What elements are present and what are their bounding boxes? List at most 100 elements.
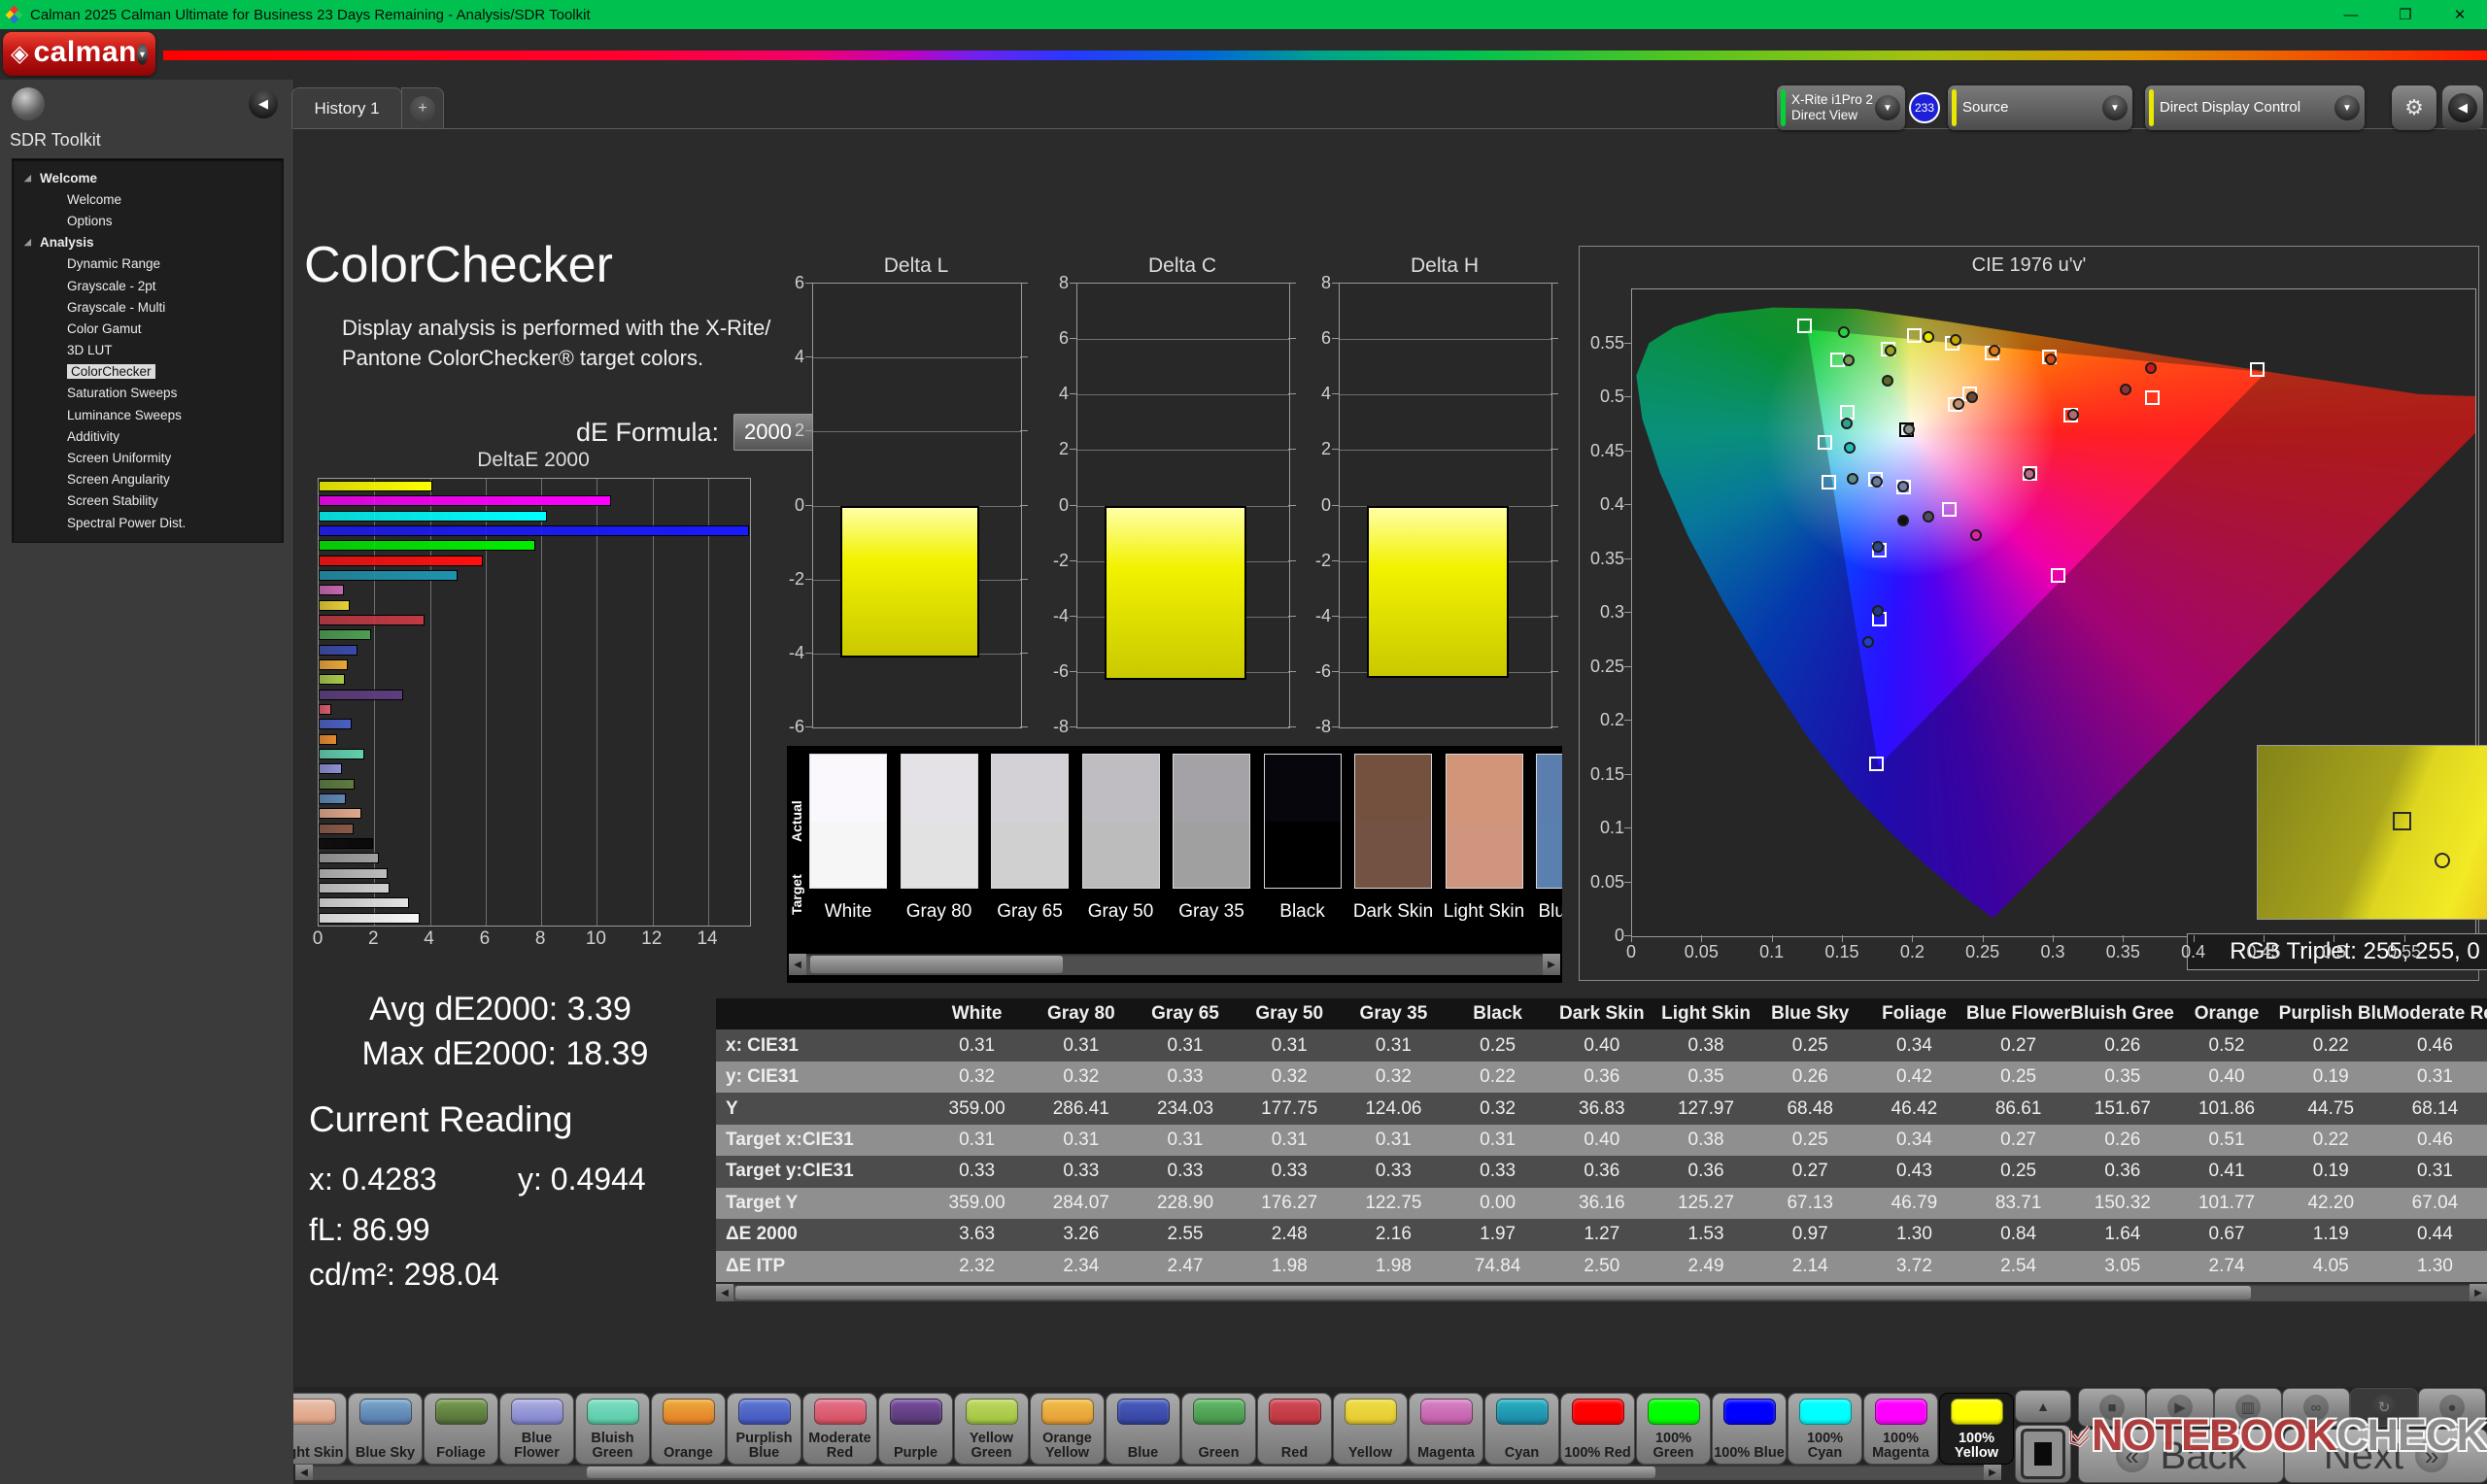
table-cell: 125.27 <box>1653 1193 1757 1214</box>
table-scrollbar-thumb[interactable] <box>735 1286 2251 1299</box>
sidebar-item-welcome[interactable]: Welcome <box>13 188 283 210</box>
patterns-expand-button[interactable]: ▲ <box>2016 1391 2070 1422</box>
tick-mark <box>1288 560 1296 561</box>
panel-collapse-button[interactable]: ◀ <box>2442 85 2483 130</box>
link-button[interactable]: ∞ <box>2283 1389 2349 1426</box>
pattern-button-blue-sky[interactable]: Blue Sky <box>349 1394 422 1464</box>
sidebar-item-color-gamut[interactable]: Color Gamut <box>13 318 283 339</box>
display-label: Direct Display Control <box>2160 99 2300 117</box>
pattern-window-button[interactable] <box>2016 1426 2070 1482</box>
pattern-button-green[interactable]: Green <box>1182 1394 1255 1464</box>
table-scrollbar[interactable]: ◀ ▶ <box>716 1284 2487 1301</box>
report-button[interactable]: ▥ <box>2215 1389 2281 1426</box>
gridline <box>1077 394 1289 395</box>
pattern-scrollbar-thumb[interactable] <box>587 1467 1655 1478</box>
tick-mark <box>1070 726 1077 727</box>
sidebar-item-screen-uniformity[interactable]: Screen Uniformity <box>13 447 283 468</box>
meter-count-badge[interactable]: 233 <box>1909 92 1940 123</box>
swatch-gray-80 <box>901 754 978 889</box>
delta-chart-title: Delta H <box>1339 254 1550 278</box>
pattern-button-orange[interactable]: Orange <box>652 1394 725 1464</box>
scroll-left-icon[interactable]: ◀ <box>789 954 806 975</box>
swatch-scrollbar[interactable]: ◀ ▶ <box>789 954 1560 975</box>
scroll-right-icon[interactable]: ▶ <box>2470 1284 2487 1301</box>
scroll-left-icon[interactable]: ◀ <box>295 1465 313 1480</box>
pattern-button-blue-flower[interactable]: Blue Flower <box>500 1394 573 1464</box>
table-cell: 0.31 <box>925 1130 1029 1151</box>
deltae-bar-black <box>319 838 373 849</box>
next-button[interactable]: Next » <box>2285 1430 2487 1482</box>
circle-button[interactable]: ● <box>2419 1389 2485 1426</box>
scroll-left-icon[interactable]: ◀ <box>716 1284 733 1301</box>
deltae-bar-100-green <box>319 540 535 551</box>
table-cell: 2.49 <box>1653 1256 1757 1277</box>
status-orb[interactable] <box>12 87 45 120</box>
sidebar-item-spectral-power-dist-[interactable]: Spectral Power Dist. <box>13 512 283 533</box>
source-label: Source <box>1962 99 2009 117</box>
sidebar-item-analysis[interactable]: ◢Analysis <box>13 232 283 253</box>
table-cell: 0.34 <box>1862 1130 1966 1151</box>
pattern-button-100-blue[interactable]: 100% Blue <box>1713 1394 1786 1464</box>
cie-y-tick-label: 0.15 <box>1582 764 1624 785</box>
pattern-button-yellow-green[interactable]: Yellow Green <box>955 1394 1028 1464</box>
pattern-button-foliage[interactable]: Foliage <box>425 1394 497 1464</box>
calman-logo-button[interactable]: ◈ calman ▼ <box>3 32 155 76</box>
refresh-button[interactable]: ↻ <box>2351 1389 2417 1426</box>
pattern-button-100-yellow[interactable]: 100% Yellow <box>1940 1394 2013 1464</box>
description-line-2: Pantone ColorChecker® target colors. <box>342 343 770 373</box>
meter-dropdown[interactable]: X-Rite i1Pro 2 Direct View ▼ <box>1777 85 1905 130</box>
sidebar-collapse-button[interactable]: ◀ <box>249 89 278 118</box>
sidebar-item-luminance-sweeps[interactable]: Luminance Sweeps <box>13 404 283 425</box>
scroll-right-icon[interactable]: ▶ <box>1984 1465 2001 1480</box>
pattern-scrollbar[interactable]: ◀ ▶ <box>295 1465 2001 1480</box>
pattern-button-orange-yellow[interactable]: Orange Yellow <box>1031 1394 1104 1464</box>
stop-button[interactable]: ■ <box>2079 1389 2145 1426</box>
pattern-button-purplish-blue[interactable]: Purplish Blue <box>728 1394 801 1464</box>
close-button[interactable]: ✕ <box>2433 0 2487 29</box>
play-button[interactable]: ▶ <box>2147 1389 2213 1426</box>
pattern-button-100-magenta[interactable]: 100% Magenta <box>1864 1394 1937 1464</box>
tree-expand-icon[interactable]: ◢ <box>24 237 36 248</box>
pattern-button-moderate-red[interactable]: Moderate Red <box>803 1394 876 1464</box>
pattern-button-yellow[interactable]: Yellow <box>1334 1394 1407 1464</box>
pattern-button-100-red[interactable]: 100% Red <box>1561 1394 1634 1464</box>
pattern-button-purple[interactable]: Purple <box>879 1394 952 1464</box>
sidebar-item-grayscale-multi[interactable]: Grayscale - Multi <box>13 296 283 318</box>
swatch-scrollbar-thumb[interactable] <box>810 956 1063 973</box>
sidebar-item-options[interactable]: Options <box>13 210 283 231</box>
tab-history-1[interactable]: History 1 <box>291 87 402 129</box>
tree-expand-icon[interactable]: ◢ <box>24 173 36 184</box>
source-dropdown[interactable]: Source ▼ <box>1948 85 2132 130</box>
sidebar-item-dynamic-range[interactable]: Dynamic Range <box>13 253 283 275</box>
minimize-button[interactable]: — <box>2324 0 2378 29</box>
sidebar-item-3d-lut[interactable]: 3D LUT <box>13 340 283 361</box>
tick-mark <box>1624 720 1632 721</box>
scroll-right-icon[interactable]: ▶ <box>1543 954 1560 975</box>
restore-button[interactable]: ❐ <box>2378 0 2433 29</box>
logo-menu-button[interactable]: ▼ <box>137 44 148 65</box>
add-tab-button[interactable]: + <box>401 87 444 129</box>
pattern-button-magenta[interactable]: Magenta <box>1410 1394 1482 1464</box>
current-x: x: 0.4283 <box>309 1162 437 1197</box>
sidebar-item-additivity[interactable]: Additivity <box>13 425 283 447</box>
target-row-label: Target <box>789 831 804 958</box>
display-control-dropdown[interactable]: Direct Display Control ▼ <box>2145 85 2365 130</box>
pattern-button-blue[interactable]: Blue <box>1107 1394 1179 1464</box>
sidebar-item-screen-stability[interactable]: Screen Stability <box>13 490 283 512</box>
sidebar-item-welcome[interactable]: ◢Welcome <box>13 167 283 188</box>
gear-icon: ⚙ <box>2404 95 2424 120</box>
pattern-button-100-cyan[interactable]: 100% Cyan <box>1789 1394 1861 1464</box>
tick-mark <box>1842 935 1843 942</box>
sidebar-item-grayscale-2pt[interactable]: Grayscale - 2pt <box>13 275 283 296</box>
sidebar-item-colorchecker[interactable]: ColorChecker <box>13 361 283 383</box>
pattern-button-100-green[interactable]: 100% Green <box>1637 1394 1710 1464</box>
pattern-button-red[interactable]: Red <box>1258 1394 1331 1464</box>
sidebar-item-screen-angularity[interactable]: Screen Angularity <box>13 469 283 490</box>
back-button[interactable]: « Back <box>2079 1430 2283 1482</box>
pattern-button-cyan[interactable]: Cyan <box>1485 1394 1558 1464</box>
pattern-button-bluish-green[interactable]: Bluish Green <box>576 1394 649 1464</box>
sidebar-item-saturation-sweeps[interactable]: Saturation Sweeps <box>13 383 283 404</box>
settings-button[interactable]: ⚙ <box>2392 85 2436 130</box>
table-cell: 0.22 <box>1446 1066 1550 1088</box>
pattern-button-light-skin[interactable]: Light Skin <box>293 1394 346 1464</box>
